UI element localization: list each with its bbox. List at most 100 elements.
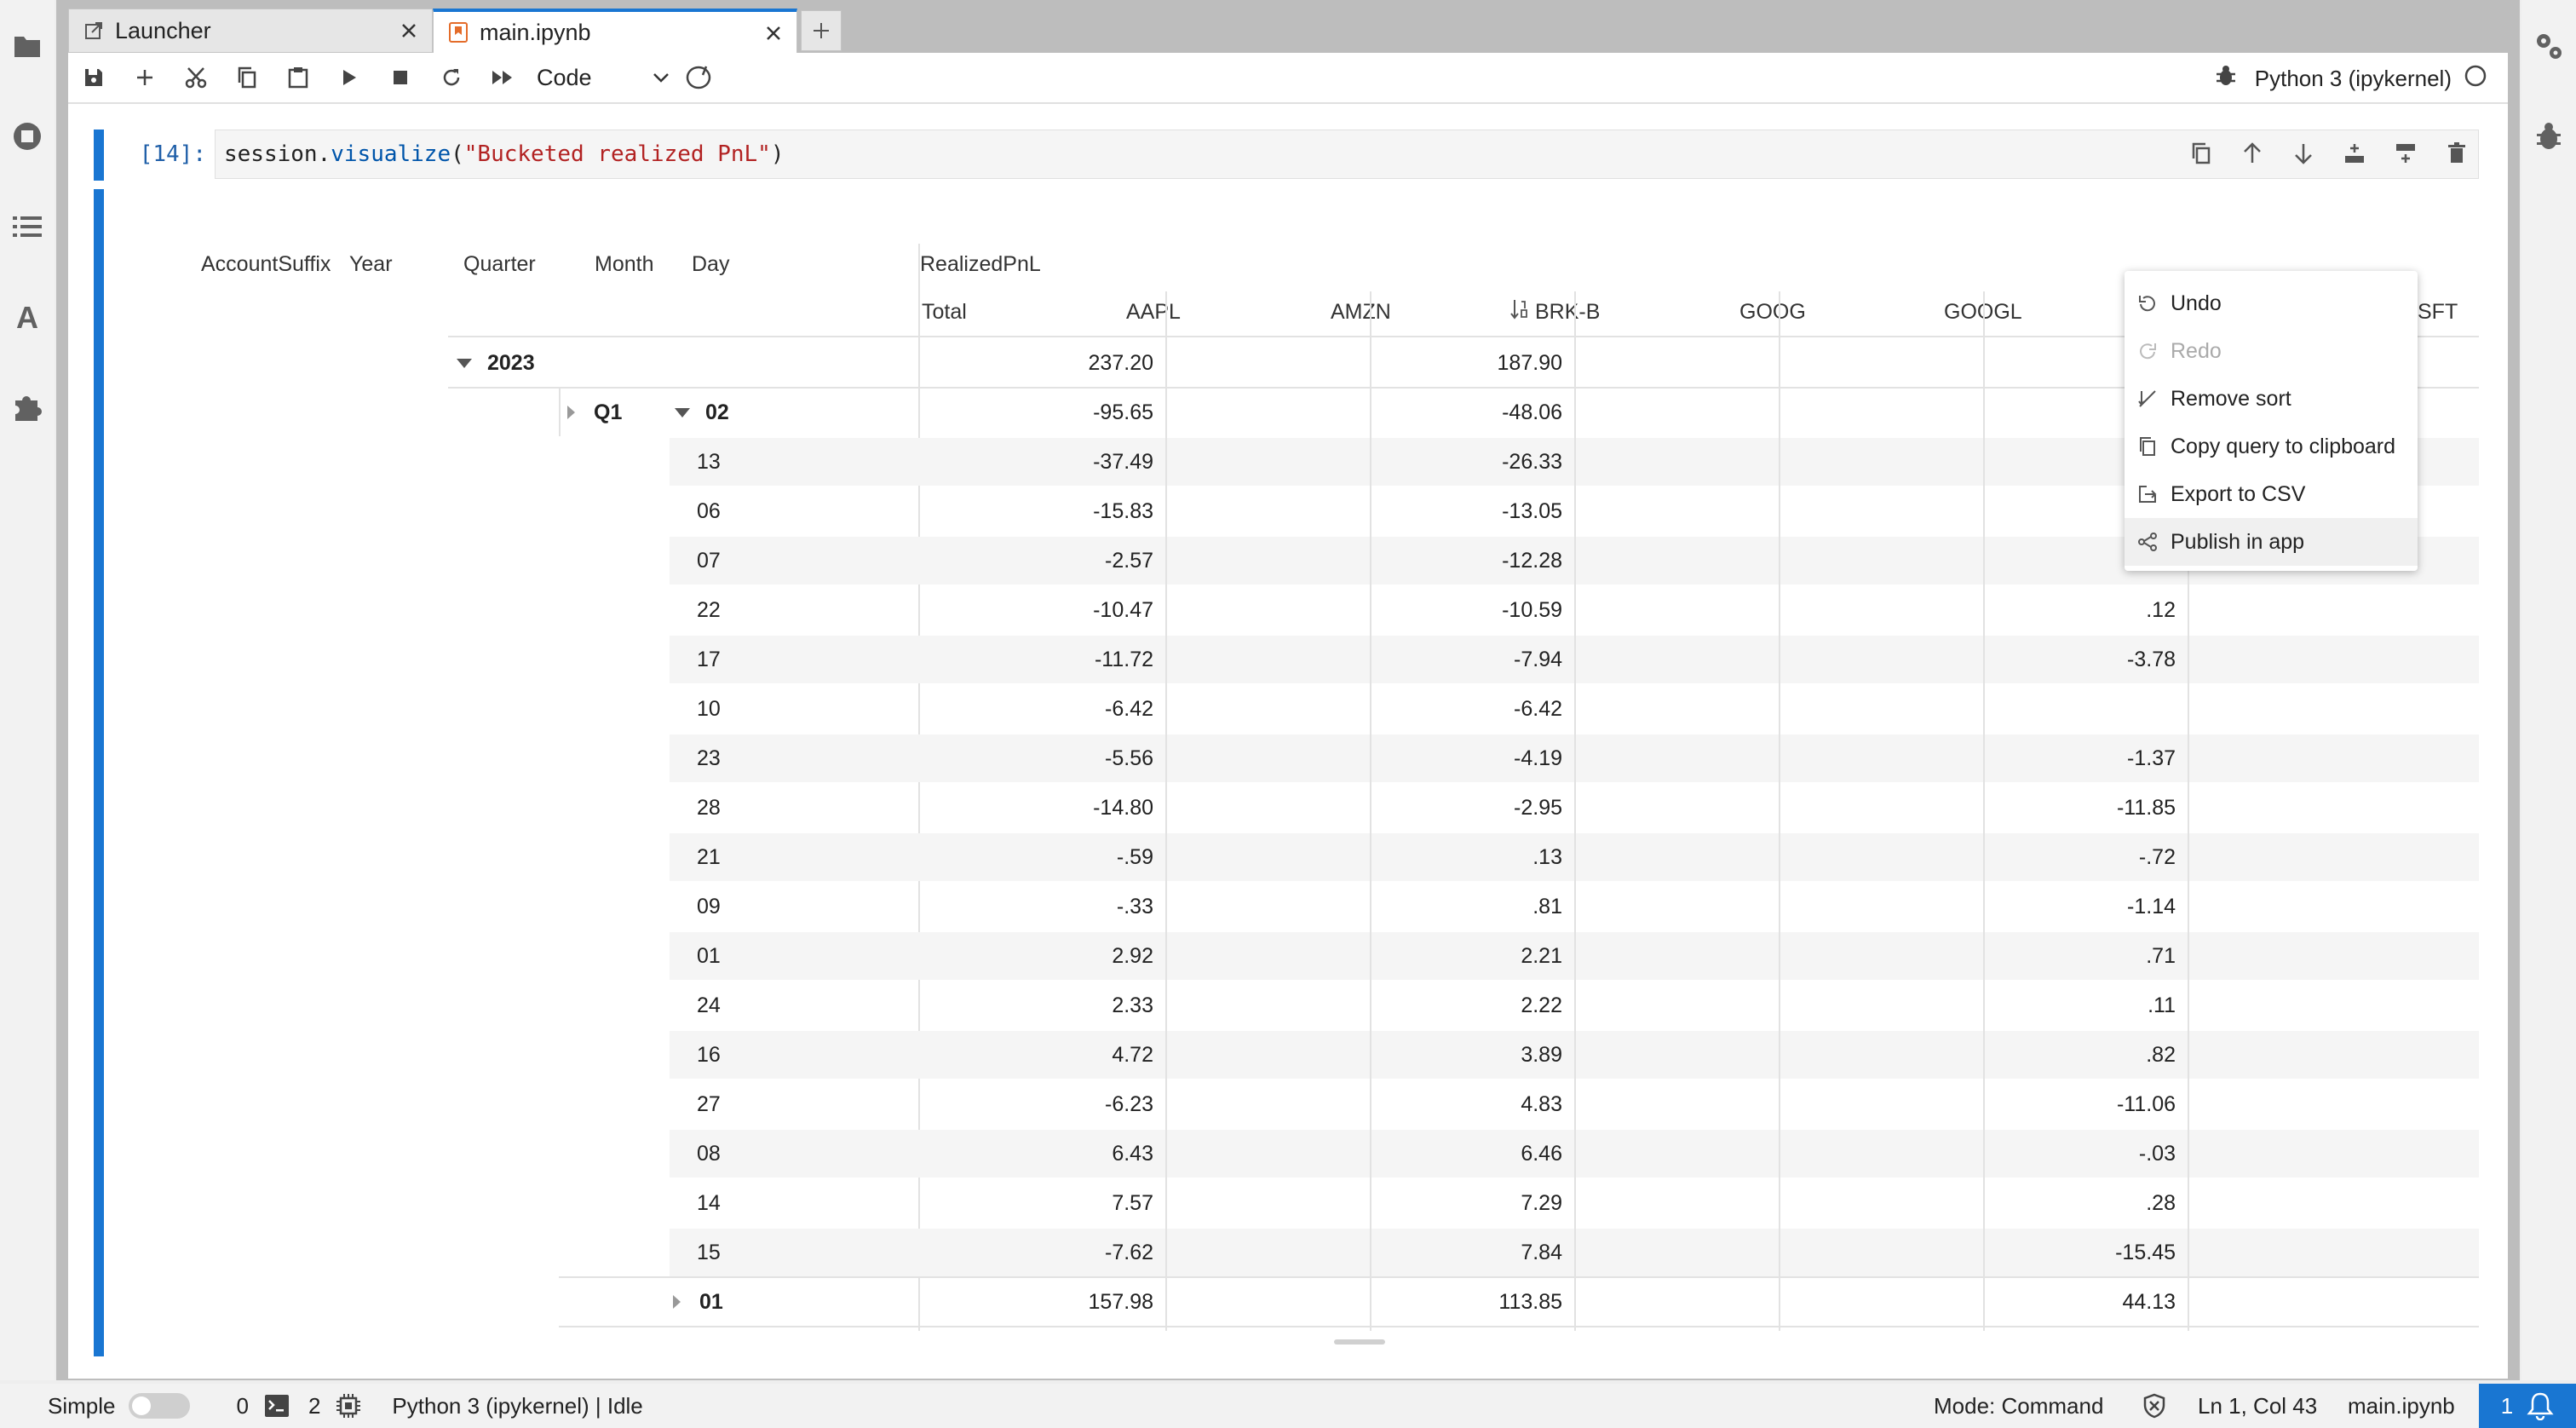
insert-above-button[interactable] (2329, 133, 2380, 174)
column-header-goog[interactable]: GOOG (1739, 300, 1806, 325)
main-dock-panel: Launcher main.ipynb Code Python 3 (ipyke… (56, 0, 2520, 1380)
column-header-total[interactable]: Total (922, 300, 967, 325)
table-row[interactable]: 174.86 122.11 52.75 (162, 1327, 2479, 1331)
close-icon[interactable] (762, 22, 785, 44)
delete-cell-button[interactable] (2431, 133, 2482, 174)
menu-item-label: Export to CSV (2171, 481, 2306, 506)
table-row[interactable]: 22 -10.47 -10.59 .12 (162, 586, 2479, 634)
table-row[interactable]: 27 -6.23 4.83 -11.06 (162, 1080, 2479, 1128)
quarter-group[interactable]: Q1 (567, 389, 622, 436)
cursor-position[interactable]: Ln 1, Col 43 (2198, 1393, 2317, 1419)
add-tab-button[interactable] (801, 10, 842, 51)
table-row[interactable]: 01 2.92 2.21 .71 (162, 932, 2479, 980)
context-menu: Undo Redo Remove sort Copy query to clip… (2125, 271, 2418, 571)
menu-item-remove-sort[interactable]: Remove sort (2125, 375, 2418, 423)
table-row[interactable]: 17 -11.72 -7.94 -3.78 (162, 636, 2479, 683)
output-collapser[interactable] (94, 189, 104, 1356)
simple-mode-toggle[interactable] (129, 1393, 191, 1419)
row-header-day[interactable]: Day (692, 252, 729, 277)
insert-cell-button[interactable] (119, 54, 170, 101)
table-row[interactable]: 01 157.98 113.85 44.13 (162, 1278, 2479, 1326)
insert-below-button[interactable] (2380, 133, 2431, 174)
settings-gear-icon[interactable] (2528, 26, 2569, 66)
arrow-down-icon (2295, 144, 2312, 164)
menu-item-label: Copy query to clipboard (2171, 434, 2396, 458)
bug-icon[interactable] (2216, 65, 2236, 93)
table-row[interactable]: 10 -6.42 -6.42 (162, 685, 2479, 733)
menu-item-copy-query[interactable]: Copy query to clipboard (2125, 423, 2418, 470)
quarter-label: Q1 (594, 400, 623, 424)
row-header-month[interactable]: Month (595, 252, 653, 277)
column-header-msft[interactable]: SFT (2418, 300, 2458, 325)
menu-item-undo[interactable]: Undo (2125, 279, 2418, 327)
measure-header[interactable]: RealizedPnL (920, 252, 1041, 277)
notifications-button[interactable]: 1 (2479, 1384, 2576, 1428)
menu-item-publish-in-app[interactable]: Publish in app (2125, 518, 2418, 566)
column-header-brk-b[interactable]: BRK-B (1535, 300, 1600, 325)
tab-main-ipynb[interactable]: main.ipynb (433, 9, 797, 53)
sort-descending-icon[interactable] (1509, 298, 1530, 326)
fast-forward-icon (492, 71, 512, 84)
cell-total: -2.57 (1105, 548, 1153, 573)
code-editor[interactable]: session. visualize("Bucketed realized PnL… (215, 130, 2479, 179)
column-header-amzn[interactable]: AMZN (1331, 300, 1391, 325)
refresh-visualization-button[interactable] (673, 54, 724, 101)
table-of-contents-icon[interactable] (7, 206, 48, 247)
move-up-button[interactable] (2227, 133, 2278, 174)
property-inspector-icon[interactable]: A (7, 297, 48, 337)
menu-item-export-csv[interactable]: Export to CSV (2125, 470, 2418, 518)
move-down-button[interactable] (2278, 133, 2329, 174)
menu-item-label: Publish in app (2171, 529, 2305, 554)
cell-prompt: [14]: (139, 141, 206, 167)
folder-icon[interactable] (7, 26, 48, 66)
close-icon[interactable] (398, 20, 420, 42)
restart-button[interactable] (426, 54, 477, 101)
day-label: 24 (697, 993, 721, 1017)
cell-amzn: .81 (1532, 894, 1562, 918)
trust-shield-icon[interactable] (2142, 1393, 2167, 1419)
tab-launcher[interactable]: Launcher (68, 9, 433, 53)
terminal-count[interactable]: 0 (236, 1393, 248, 1419)
extension-manager-icon[interactable] (7, 387, 48, 428)
table-row[interactable]: 21 -.59 .13 -.72 (162, 833, 2479, 881)
cell-amzn: -13.05 (1502, 498, 1562, 523)
table-row[interactable]: 24 2.33 2.22 .11 (162, 982, 2479, 1029)
table-row[interactable]: 14 7.57 7.29 .28 (162, 1179, 2479, 1227)
row-header-quarter[interactable]: Quarter (463, 252, 536, 277)
row-header-year[interactable]: Year (349, 252, 393, 277)
cell-total: -.59 (1116, 844, 1153, 869)
paste-button[interactable] (273, 54, 324, 101)
share-icon (2138, 533, 2157, 551)
kernel-name-button[interactable]: Python 3 (ipykernel) (2255, 66, 2452, 92)
cell-total: 7.57 (1112, 1190, 1153, 1215)
table-row[interactable]: 16 4.72 3.89 .82 (162, 1031, 2479, 1079)
menu-item-redo[interactable]: Redo (2125, 327, 2418, 375)
table-row[interactable]: 09 -.33 .81 -1.14 (162, 883, 2479, 930)
output-resize-handle[interactable] (1334, 1339, 1385, 1345)
table-row[interactable]: 08 6.43 6.46 -.03 (162, 1130, 2479, 1178)
cell-googl: .71 (2146, 943, 2176, 968)
table-row[interactable]: 15 -7.62 7.84 -15.45 (162, 1229, 2479, 1276)
cell-type-select[interactable]: Code (537, 59, 673, 96)
kernel-status-text[interactable]: Python 3 (ipykernel) | Idle (392, 1393, 642, 1419)
row-header-accountsuffix[interactable]: AccountSuffix (201, 252, 331, 277)
copy-button[interactable] (221, 54, 273, 101)
table-row[interactable]: 28 -14.80 -2.95 -11.85 (162, 784, 2479, 832)
table-row[interactable]: 23 -5.56 -4.19 -1.37 (162, 734, 2479, 782)
running-icon[interactable] (7, 116, 48, 157)
year-group[interactable]: 2023 (457, 339, 535, 387)
run-button[interactable] (324, 54, 375, 101)
column-header-aapl[interactable]: AAPL (1126, 300, 1181, 325)
debugger-icon[interactable] (2528, 116, 2569, 157)
month-group[interactable]: 02 (675, 389, 729, 436)
kernel-count[interactable]: 2 (308, 1393, 320, 1419)
restart-run-all-button[interactable] (477, 54, 528, 101)
interrupt-button[interactable] (375, 54, 426, 101)
day-label: 28 (697, 795, 721, 820)
cell-googl: -.03 (2138, 1141, 2176, 1166)
month-group[interactable]: 01 (673, 1278, 723, 1326)
cell-googl: .82 (2146, 1042, 2176, 1067)
duplicate-cell-button[interactable] (2176, 133, 2227, 174)
cut-button[interactable] (170, 54, 221, 101)
save-button[interactable] (68, 54, 119, 101)
